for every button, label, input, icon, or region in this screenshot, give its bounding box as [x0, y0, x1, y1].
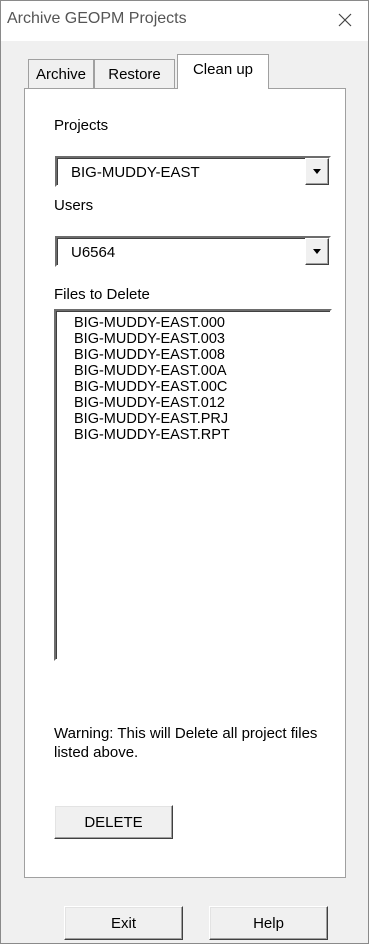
projects-dropdown-button[interactable] — [305, 158, 329, 185]
list-item[interactable]: BIG-MUDDY-EAST.008 — [74, 347, 230, 363]
list-item[interactable]: BIG-MUDDY-EAST.00A — [74, 363, 230, 379]
list-item[interactable]: BIG-MUDDY-EAST.RPT — [74, 427, 230, 443]
users-label: Users — [54, 197, 94, 214]
list-item[interactable]: BIG-MUDDY-EAST.003 — [74, 331, 230, 347]
users-dropdown[interactable]: U6564 — [55, 236, 331, 267]
list-item[interactable]: BIG-MUDDY-EAST.012 — [74, 395, 230, 411]
close-icon — [338, 13, 352, 27]
users-selected-value: U6564 — [71, 244, 116, 261]
tab-restore[interactable]: Restore — [94, 59, 175, 88]
users-dropdown-button[interactable] — [305, 238, 329, 265]
tab-clean-up-label: Clean up — [192, 60, 254, 78]
help-button[interactable]: Help — [209, 906, 328, 940]
chevron-down-icon — [313, 248, 321, 254]
list-item[interactable]: BIG-MUDDY-EAST.000 — [74, 315, 230, 331]
projects-selected-value: BIG-MUDDY-EAST — [71, 164, 200, 181]
delete-button[interactable]: DELETE — [54, 805, 173, 839]
close-button[interactable] — [330, 5, 360, 35]
exit-button[interactable]: Exit — [64, 906, 183, 940]
list-item[interactable]: BIG-MUDDY-EAST.00C — [74, 379, 230, 395]
tab-archive[interactable]: Archive — [28, 59, 94, 88]
projects-label: Projects — [54, 117, 109, 134]
tab-restore-label: Restore — [108, 65, 161, 83]
projects-dropdown[interactable]: BIG-MUDDY-EAST — [55, 156, 331, 187]
archive-dialog: Archive GEOPM Projects Archive Restore C… — [0, 0, 369, 944]
files-to-delete-label: Files to Delete — [54, 286, 150, 303]
title-bar[interactable]: Archive GEOPM Projects — [1, 1, 368, 41]
chevron-down-icon — [313, 168, 321, 174]
clean-up-panel: Projects BIG-MUDDY-EAST Users U6564 File… — [24, 88, 346, 878]
tab-archive-label: Archive — [35, 65, 87, 83]
list-item[interactable]: BIG-MUDDY-EAST.PRJ — [74, 411, 230, 427]
delete-warning-text: Warning: This will Delete all project fi… — [54, 725, 318, 761]
files-to-delete-list[interactable]: BIG-MUDDY-EAST.000 BIG-MUDDY-EAST.003 BI… — [54, 309, 332, 661]
window-title: Archive GEOPM Projects — [7, 10, 187, 27]
tab-clean-up[interactable]: Clean up — [177, 54, 269, 89]
